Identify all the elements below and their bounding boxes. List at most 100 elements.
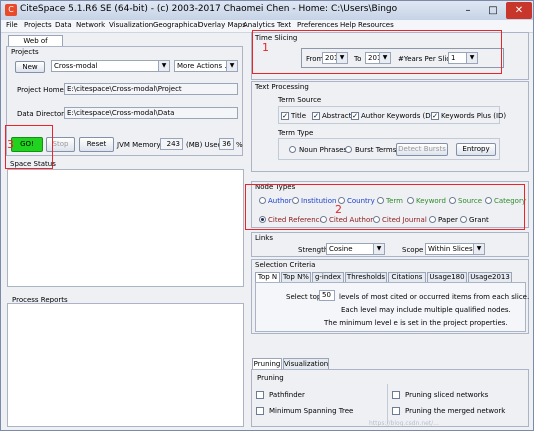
chevron-down-icon: ▼ bbox=[158, 61, 169, 71]
burst-terms-radio[interactable] bbox=[345, 146, 352, 153]
pruning-label: Pruning bbox=[257, 374, 284, 382]
title-label: Title bbox=[291, 112, 307, 120]
pruning-panel: Pruning Pathfinder Pruning sliced networ… bbox=[251, 369, 529, 427]
keywords-plus-checkbox[interactable]: ✓ bbox=[431, 112, 439, 120]
selection-info-line-2: Each level may include multiple qualifie… bbox=[341, 306, 511, 314]
tab-top-n-percent[interactable]: Top N% bbox=[281, 272, 311, 282]
chevron-down-icon: ▼ bbox=[473, 244, 484, 254]
space-status-area[interactable] bbox=[7, 169, 244, 287]
chevron-down-icon: ▼ bbox=[373, 244, 384, 254]
pruning-divider bbox=[387, 384, 388, 424]
jvm-memory-value: 243 bbox=[160, 138, 183, 150]
menu-text[interactable]: Text bbox=[277, 21, 291, 29]
project-select-value: Cross-modal bbox=[54, 62, 98, 70]
citespace-app-icon: C bbox=[5, 4, 17, 16]
menu-projects[interactable]: Projects bbox=[24, 21, 52, 29]
abstract-label: Abstract bbox=[322, 112, 352, 120]
tab-citations[interactable]: Citations bbox=[388, 272, 426, 282]
tab-thresholds[interactable]: Thresholds bbox=[345, 272, 387, 282]
burst-terms-label: Burst Terms bbox=[355, 146, 397, 154]
top-n-input[interactable]: 50 bbox=[319, 290, 335, 301]
menu-file[interactable]: File bbox=[6, 21, 18, 29]
app-window: C CiteSpace 5.1.R6 SE (64-bit) - (c) 200… bbox=[0, 0, 534, 431]
selection-info-line-3: The minimum level e is set in the projec… bbox=[324, 319, 508, 327]
process-reports-area[interactable] bbox=[7, 303, 244, 427]
new-project-button[interactable]: New bbox=[15, 61, 45, 73]
more-actions-select[interactable]: More Actions ... ▼ bbox=[174, 60, 238, 72]
select-top-label: Select top bbox=[286, 293, 322, 301]
selection-criteria-panel: Selection Criteria Top N Top N% g-index … bbox=[251, 259, 529, 334]
pruning-merged-label: Pruning the merged network bbox=[405, 407, 506, 415]
projects-label: Projects bbox=[11, 48, 39, 56]
annotation-number-3: 3 bbox=[7, 138, 14, 151]
scope-label: Scope bbox=[402, 246, 424, 254]
entropy-button[interactable]: Entropy bbox=[456, 143, 496, 156]
jvm-memory-label: JVM Memory bbox=[117, 141, 161, 149]
title-checkbox[interactable]: ✓ bbox=[281, 112, 289, 120]
mst-checkbox[interactable] bbox=[256, 407, 264, 415]
tab-g-index[interactable]: g-index bbox=[312, 272, 344, 282]
mb-used-label: (MB) Used bbox=[186, 141, 223, 149]
annotation-number-1: 1 bbox=[262, 41, 269, 54]
links-label: Links bbox=[255, 234, 273, 242]
abstract-checkbox[interactable]: ✓ bbox=[312, 112, 320, 120]
data-directory-label: Data Directory: bbox=[17, 110, 71, 118]
term-source-group: ✓ Title ✓ Abstract ✓ Author Keywords (DE… bbox=[278, 106, 506, 124]
pruning-sliced-label: Pruning sliced networks bbox=[405, 391, 489, 399]
maximize-button[interactable]: □ bbox=[481, 2, 505, 19]
author-keywords-label: Author Keywords (DE) bbox=[361, 112, 438, 120]
pathfinder-checkbox[interactable] bbox=[256, 391, 264, 399]
mst-label: Minimum Spanning Tree bbox=[269, 407, 354, 415]
author-keywords-checkbox[interactable]: ✓ bbox=[351, 112, 359, 120]
menu-data[interactable]: Data bbox=[55, 21, 72, 29]
close-button[interactable]: ✕ bbox=[506, 2, 532, 19]
selection-criteria-label: Selection Criteria bbox=[255, 261, 316, 269]
detect-bursts-button[interactable]: Detect Bursts bbox=[396, 143, 448, 156]
text-processing-panel: Text Processing Term Source ✓ Title ✓ Ab… bbox=[251, 81, 529, 172]
more-actions-label: More Actions ... bbox=[177, 62, 232, 70]
strength-select[interactable]: Cosine ▼ bbox=[326, 243, 385, 255]
menu-geographical[interactable]: Geographical bbox=[153, 21, 200, 29]
tab-usage2013[interactable]: Usage2013 bbox=[468, 272, 512, 282]
percent-sign: % bbox=[236, 141, 243, 149]
annotation-number-2: 2 bbox=[335, 203, 342, 216]
used-percent-value: 36 bbox=[219, 138, 234, 150]
pruning-sliced-checkbox[interactable] bbox=[392, 391, 400, 399]
tab-web-of-science[interactable]: Web of Science bbox=[8, 35, 63, 55]
noun-phrases-radio[interactable] bbox=[289, 146, 296, 153]
menu-preferences[interactable]: Preferences bbox=[297, 21, 338, 29]
data-directory-field[interactable]: E:\citespace\Cross-modal\Data bbox=[64, 107, 238, 119]
text-processing-label: Text Processing bbox=[255, 83, 309, 91]
tab-top-n[interactable]: Top N bbox=[255, 272, 280, 282]
levels-text: levels of most cited or occurred items f… bbox=[339, 293, 530, 301]
watermark: https://blog.csdn.net/... bbox=[369, 420, 439, 427]
tab-pruning[interactable]: Pruning bbox=[252, 358, 282, 369]
strength-label: Strength bbox=[298, 246, 329, 254]
keywords-plus-label: Keywords Plus (ID) bbox=[441, 112, 507, 120]
pathfinder-label: Pathfinder bbox=[269, 391, 305, 399]
pruning-merged-checkbox[interactable] bbox=[392, 407, 400, 415]
strength-value: Cosine bbox=[329, 245, 353, 253]
menu-network[interactable]: Network bbox=[76, 21, 105, 29]
menu-analytics[interactable]: Analytics bbox=[243, 21, 275, 29]
menu-visualization[interactable]: Visualization bbox=[109, 21, 153, 29]
term-type-group: Noun Phrases Burst Terms Detect Bursts E… bbox=[278, 138, 500, 160]
tab-usage180[interactable]: Usage180 bbox=[427, 272, 467, 282]
window-title: CiteSpace 5.1.R6 SE (64-bit) - (c) 2003-… bbox=[20, 4, 398, 14]
tab-visualization[interactable]: Visualization bbox=[283, 358, 329, 369]
scope-select[interactable]: Within Slices ▼ bbox=[425, 243, 485, 255]
title-bar: C CiteSpace 5.1.R6 SE (64-bit) - (c) 200… bbox=[1, 1, 533, 20]
reset-button[interactable]: Reset bbox=[79, 137, 114, 152]
minimize-button[interactable]: – bbox=[456, 2, 480, 19]
menu-overlay-maps[interactable]: Overlay Maps bbox=[198, 21, 246, 29]
project-home-field[interactable]: E:\citespace\Cross-modal\Project bbox=[64, 83, 238, 95]
project-select[interactable]: Cross-modal ▼ bbox=[51, 60, 170, 72]
project-home-label: Project Home: bbox=[17, 86, 67, 94]
annotation-box-2 bbox=[245, 184, 525, 230]
noun-phrases-label: Noun Phrases bbox=[299, 146, 348, 154]
chevron-down-icon: ▼ bbox=[226, 61, 237, 71]
menu-resources[interactable]: Resources bbox=[358, 21, 394, 29]
menu-help[interactable]: Help bbox=[340, 21, 356, 29]
top-n-tab-content: Select top 50 levels of most cited or oc… bbox=[255, 282, 530, 332]
space-status-label: Space Status bbox=[10, 160, 56, 168]
